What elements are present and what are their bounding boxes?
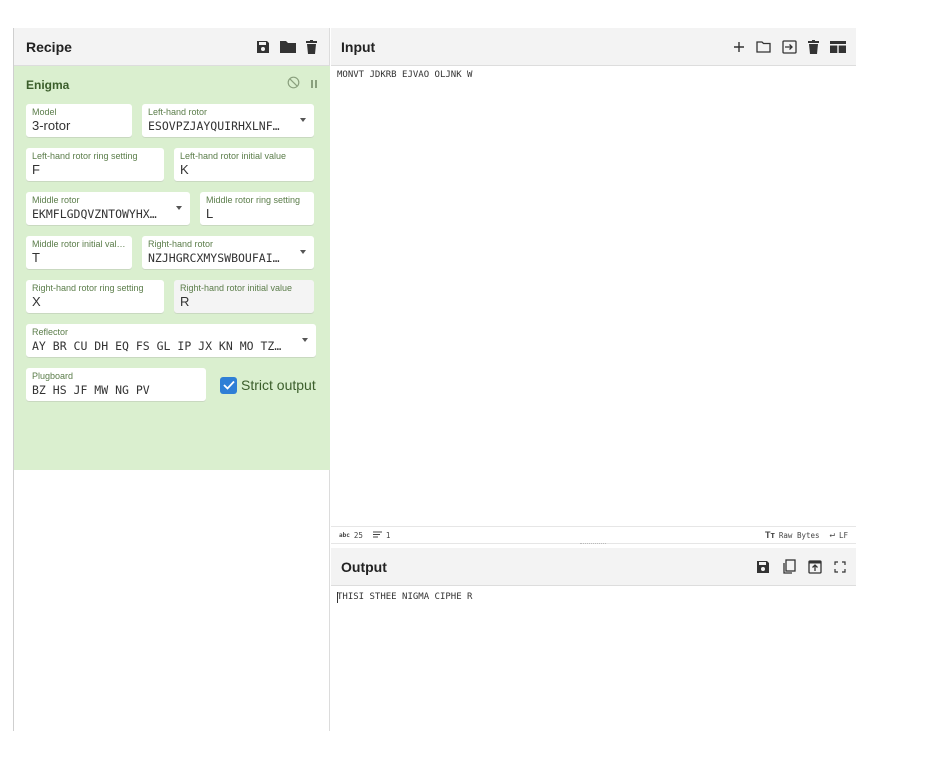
open-folder-icon[interactable] (756, 40, 771, 53)
right-rotor-label: Right-hand rotor (148, 239, 214, 249)
output-text[interactable]: THISI STHEE NIGMA CIPHE R (337, 592, 472, 602)
model-label: Model (32, 107, 57, 117)
save-icon[interactable] (756, 560, 770, 574)
eol-value: LF (838, 530, 848, 540)
left-rotor-select[interactable]: Left-hand rotor ESOVPZJAYQUIRHXLNFTGKDCM… (142, 104, 314, 138)
right-initial-value: R (180, 294, 190, 309)
middle-initial-value: T (32, 250, 40, 265)
middle-rotor-value: EKMFLGDQVZNTOWYHXUSPAIBRCJ<R (32, 207, 184, 221)
right-initial-label: Right-hand rotor initial value (180, 283, 293, 293)
encoding-selector[interactable]: Tт Raw Bytes (765, 530, 820, 540)
lines-icon (372, 531, 382, 540)
reflector-value: AY BR CU DH EQ FS GL IP JX KN MO TZ VW (32, 339, 296, 353)
disable-icon[interactable] (287, 76, 300, 94)
input-pane: Input MONVT JDKRB EJVAO OLJNK W (331, 28, 856, 526)
chevron-down-icon (300, 118, 306, 122)
copy-icon[interactable] (782, 559, 796, 574)
chevron-down-icon (300, 250, 306, 254)
maximise-icon[interactable] (834, 560, 846, 573)
right-ring-label: Right-hand rotor ring setting (32, 283, 144, 293)
line-count: 1 (372, 530, 391, 540)
middle-ring-label: Middle rotor ring setting (206, 195, 301, 205)
left-initial-value: K (180, 162, 189, 177)
char-count-value: 25 (353, 530, 363, 540)
middle-initial-label: Middle rotor initial value (32, 239, 126, 249)
middle-ring-setting-field[interactable]: Middle rotor ring setting L (200, 192, 314, 226)
layout-icon[interactable] (830, 40, 846, 53)
pause-icon[interactable] (310, 76, 318, 94)
middle-initial-value-field[interactable]: Middle rotor initial value T (26, 236, 132, 270)
left-initial-label: Left-hand rotor initial value (180, 151, 287, 161)
strict-output-checkbox[interactable]: Strict output (216, 368, 316, 402)
recipe-title: Recipe (26, 38, 72, 55)
recipe-header: Recipe (14, 28, 329, 66)
right-initial-value-field[interactable]: Right-hand rotor initial value R (174, 280, 314, 314)
left-rotor-label: Left-hand rotor (148, 107, 208, 117)
plugboard-label: Plugboard (32, 371, 74, 381)
strict-output-label: Strict output (241, 377, 316, 393)
trash-icon[interactable] (808, 39, 819, 54)
middle-rotor-label: Middle rotor (32, 195, 80, 205)
middle-rotor-select[interactable]: Middle rotor EKMFLGDQVZNTOWYHXUSPAIBRCJ<… (26, 192, 190, 226)
eol-selector[interactable]: ↵ LF (830, 530, 848, 540)
model-value: 3-rotor (32, 118, 71, 133)
plugboard-field[interactable]: Plugboard BZ HS JF MW NG PV (26, 368, 206, 402)
text-type-icon: Tт (765, 530, 775, 540)
middle-ring-value: L (206, 206, 214, 221)
import-icon[interactable] (782, 39, 797, 54)
plus-icon[interactable] (733, 41, 745, 53)
model-select[interactable]: Model 3-rotor (26, 104, 132, 138)
input-header: Input (331, 28, 856, 66)
output-title: Output (341, 558, 387, 575)
input-title: Input (341, 38, 376, 55)
folder-icon[interactable] (280, 40, 296, 53)
resize-handle[interactable] (580, 543, 606, 545)
reflector-select[interactable]: Reflector AY BR CU DH EQ FS GL IP JX KN … (26, 324, 316, 358)
output-header: Output (331, 548, 856, 586)
left-ring-setting-field[interactable]: Left-hand rotor ring setting F (26, 148, 164, 182)
left-ring-value: F (32, 162, 40, 177)
recipe-pane: Recipe Enigma Model 3-rotor Left-hand ro… (14, 28, 330, 731)
return-arrow-icon: ↵ (829, 530, 835, 540)
enigma-operation: Enigma Model 3-rotor Left-hand rotor ESO… (14, 66, 330, 470)
chevron-down-icon (176, 206, 182, 210)
input-status-bar: abc 25 1 Tт Raw Bytes ↵ LF (331, 526, 856, 544)
reflector-label: Reflector (32, 327, 69, 337)
left-ring-label: Left-hand rotor ring setting (32, 151, 138, 161)
replace-input-icon[interactable] (808, 559, 822, 574)
right-ring-value: X (32, 294, 41, 309)
abc-icon: abc (339, 531, 350, 539)
input-textarea[interactable]: MONVT JDKRB EJVAO OLJNK W (337, 70, 472, 80)
output-pane: Output THISI STHEE NIGMA CIPHE R (331, 548, 856, 731)
save-icon[interactable] (256, 40, 270, 54)
left-initial-value-field[interactable]: Left-hand rotor initial value K (174, 148, 314, 182)
checkmark-icon (220, 376, 237, 394)
right-rotor-select[interactable]: Right-hand rotor NZJHGRCXMYSWBOUFAIVLPEK… (142, 236, 314, 270)
chevron-down-icon (302, 338, 308, 342)
text-cursor (337, 592, 338, 603)
encoding-value: Raw Bytes (778, 530, 820, 540)
right-ring-setting-field[interactable]: Right-hand rotor ring setting X (26, 280, 164, 314)
line-count-value: 1 (385, 530, 391, 540)
left-rotor-value: ESOVPZJAYQUIRHXLNFTGKDCMWB<K (148, 119, 308, 133)
right-rotor-value: NZJHGRCXMYSWBOUFAIVLPEKQDT<FV (148, 251, 308, 265)
char-count: abc 25 (339, 531, 363, 540)
operation-title: Enigma (26, 78, 70, 92)
plugboard-value: BZ HS JF MW NG PV (32, 383, 150, 397)
trash-icon[interactable] (306, 39, 317, 54)
